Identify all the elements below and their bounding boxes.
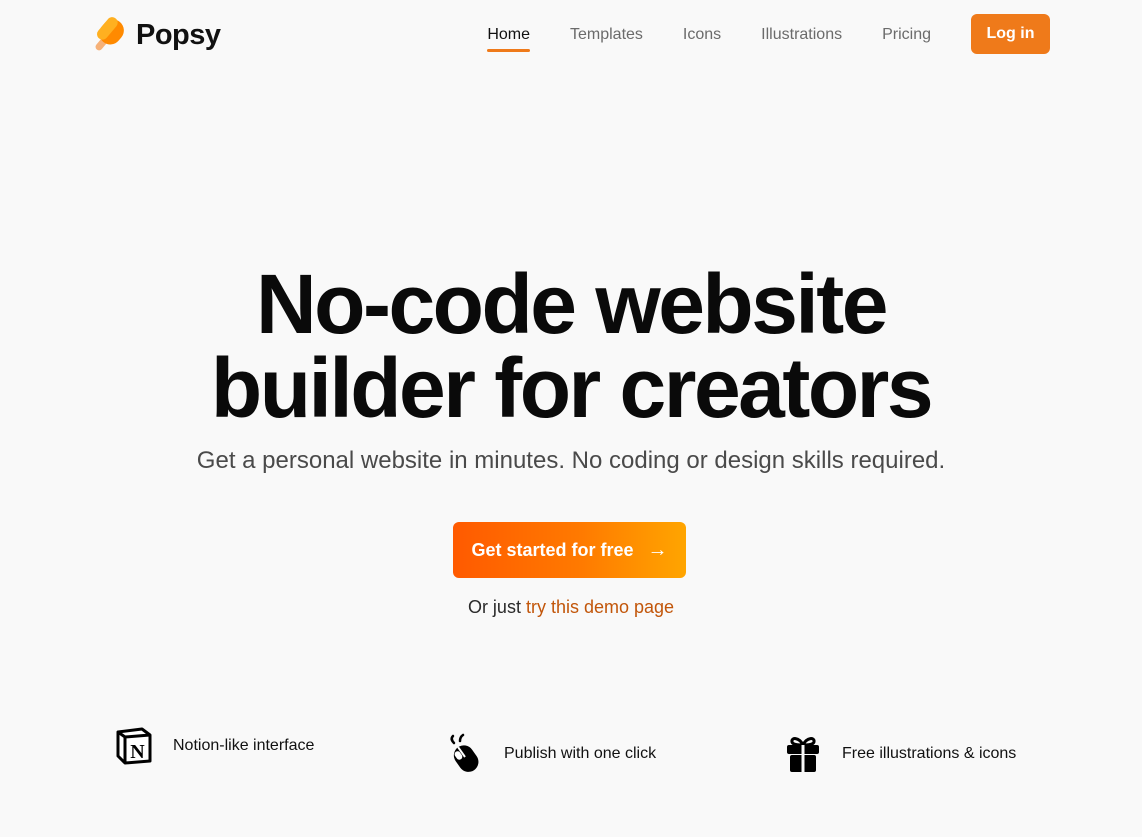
gift-icon (787, 737, 819, 772)
logo-link[interactable]: Popsy (90, 16, 221, 54)
nav-pricing[interactable]: Pricing (882, 15, 931, 53)
hero-subtitle: Get a personal website in minutes. No co… (196, 447, 946, 474)
notion-icon: N (116, 727, 152, 765)
page: Popsy Home Templates Icons Illustrations… (0, 0, 1142, 837)
nav-icons[interactable]: Icons (683, 15, 721, 53)
get-started-button[interactable]: Get started for free → (453, 522, 686, 578)
popsicle-logo-icon (95, 17, 124, 51)
demo-page-link[interactable]: try this demo page (526, 597, 674, 617)
nav-templates[interactable]: Templates (570, 15, 643, 53)
login-button[interactable]: Log in (971, 14, 1050, 54)
demo-line: Or just try this demo page (0, 597, 1142, 618)
nav-home[interactable]: Home (487, 15, 530, 53)
feature-label: Free illustrations & icons (842, 745, 1017, 762)
feature-notion: N Notion-like interface (113, 725, 314, 767)
site-header: Popsy Home Templates Icons Illustrations… (0, 0, 1142, 70)
arrow-right-icon: → (647, 539, 668, 561)
main-nav: Home Templates Icons Illustrations Prici… (487, 14, 1050, 54)
hero-title: No-code website builder for creators (0, 262, 1142, 430)
feature-label: Publish with one click (504, 745, 657, 762)
svg-text:N: N (130, 741, 145, 763)
feature-label: Notion-like interface (173, 737, 315, 754)
brand-name: Popsy (136, 18, 221, 51)
nav-illustrations[interactable]: Illustrations (761, 15, 842, 53)
feature-free-assets: Free illustrations & icons (782, 733, 1016, 775)
demo-prefix: Or just (467, 597, 521, 617)
feature-publish: Publish with one click (444, 733, 656, 775)
get-started-label: Get started for free (471, 539, 634, 560)
hero-title-line-2: builder for creators (210, 341, 934, 435)
hero-title-line-1: No-code website (256, 257, 888, 351)
mouse-click-icon (450, 733, 479, 772)
